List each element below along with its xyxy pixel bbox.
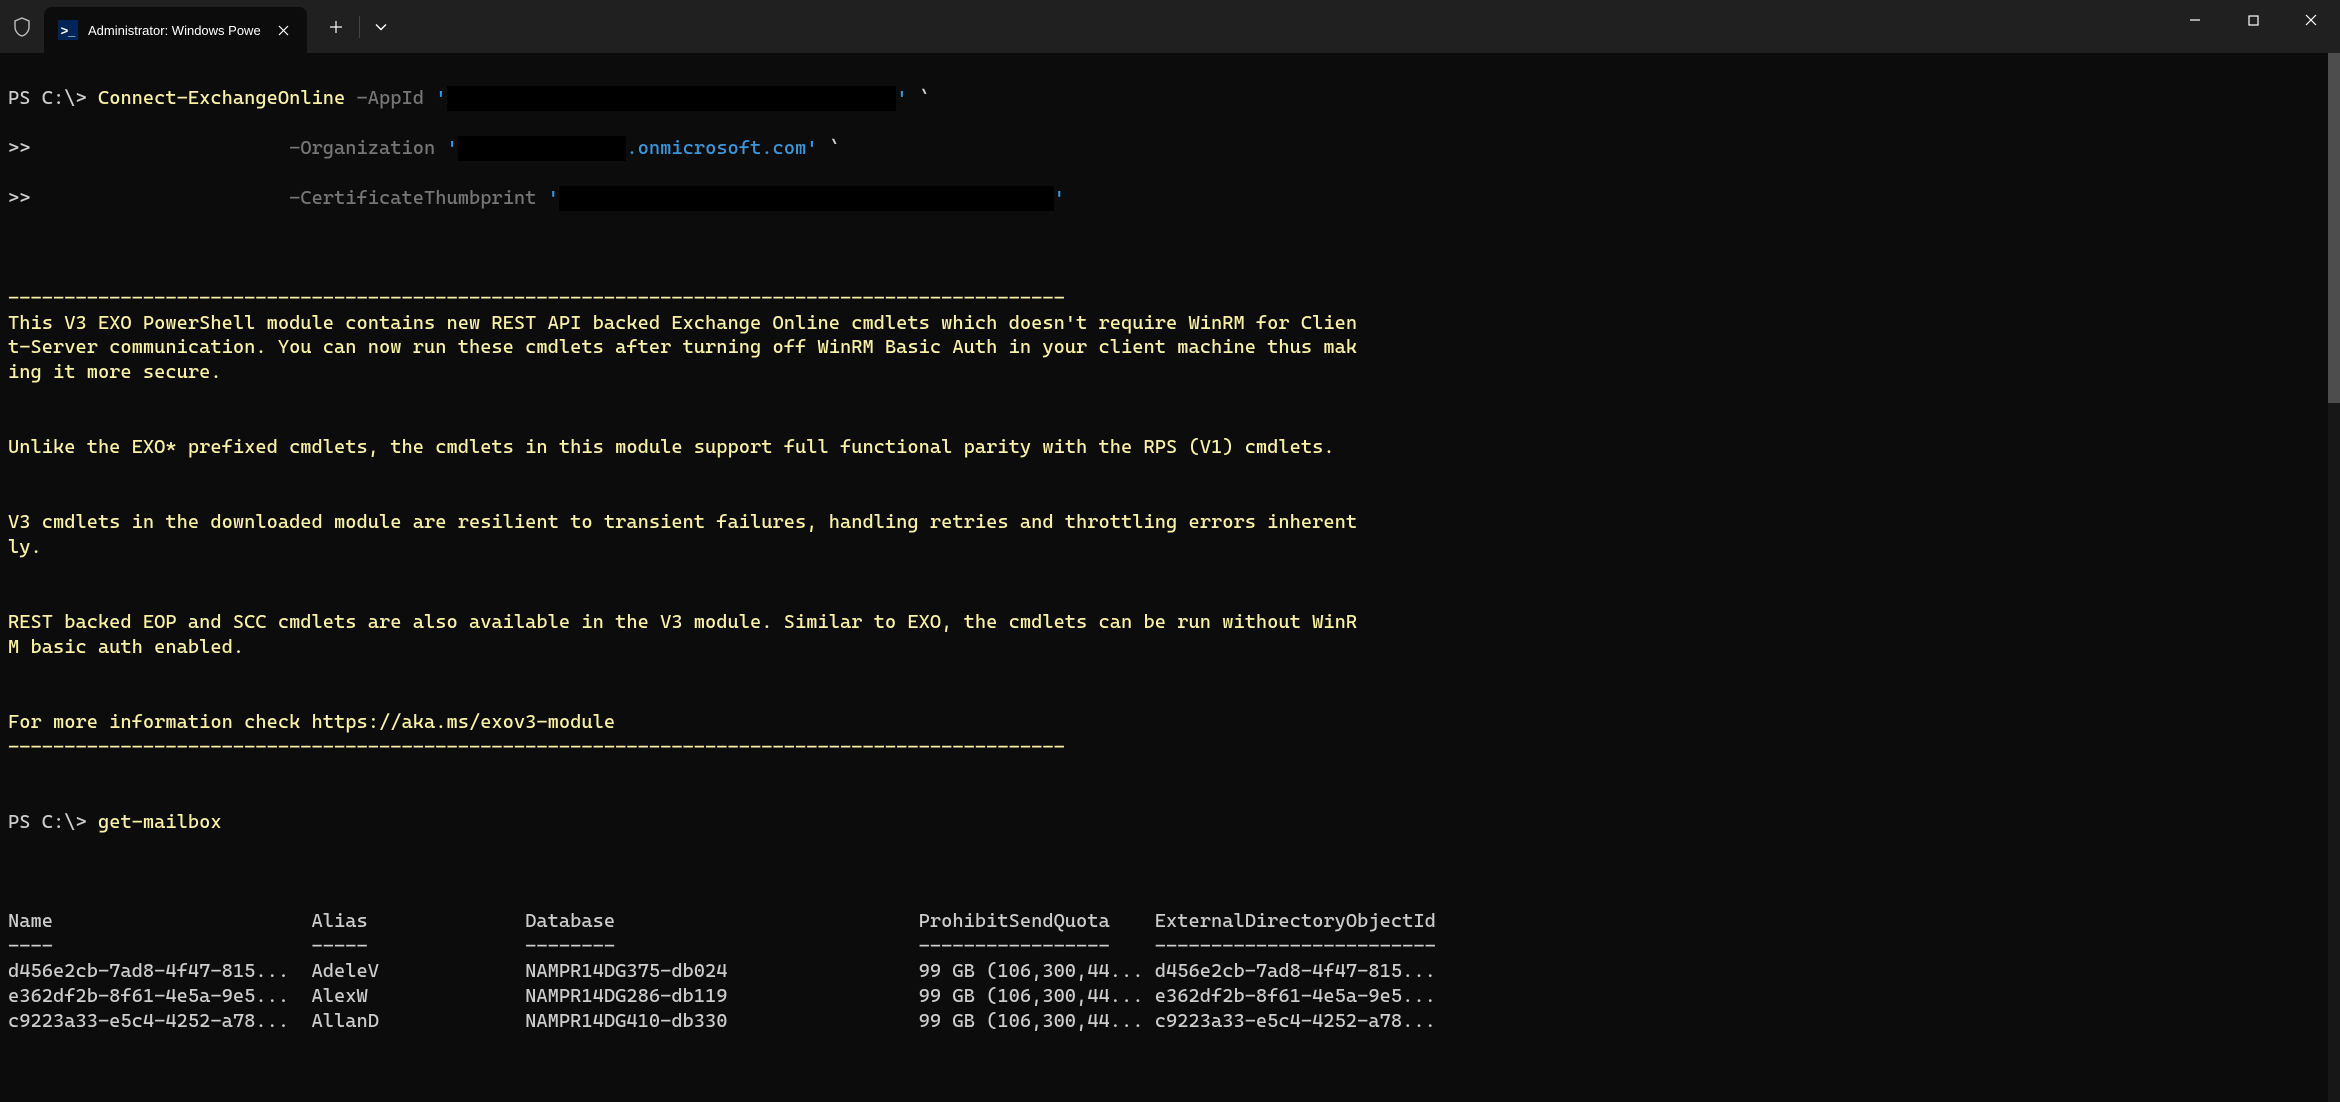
table-row: d456e2cb-7ad8-4f47-815... AdeleV NAMPR14… (8, 959, 1436, 982)
continuation-prompt: >> (8, 186, 289, 209)
param-appid: -AppId (345, 86, 435, 109)
ps-prompt: PS C:\> (8, 86, 98, 109)
cmdlet-getmailbox: get-mailbox (98, 810, 222, 833)
close-button[interactable] (2282, 0, 2340, 40)
module-divider: ----------------------------------------… (8, 286, 1065, 309)
org-suffix: .onmicrosoft.com' (626, 136, 817, 159)
module-para1: This V3 EXO PowerShell module contains n… (8, 311, 1357, 384)
powershell-icon: >_ (58, 20, 78, 40)
new-tab-button[interactable] (317, 8, 355, 46)
appid-quote-close: ' (896, 86, 907, 109)
cert-quote-open: ' (548, 186, 559, 209)
line-continuation: ` (907, 86, 930, 109)
table-row: c9223a33-e5c4-4252-a78... AllanD NAMPR14… (8, 1009, 1436, 1032)
redacted-org: xxxxxxxxxxxxxxx (458, 136, 627, 161)
shield-icon (0, 0, 44, 53)
continuation-prompt: >> (8, 136, 289, 159)
tab-close-button[interactable] (273, 19, 295, 41)
module-para3: V3 cmdlets in the downloaded module are … (8, 510, 1357, 558)
module-para4: REST backed EOP and SCC cmdlets are also… (8, 610, 1357, 658)
minimize-button[interactable] (2166, 0, 2224, 40)
scrollbar[interactable] (2328, 53, 2340, 1102)
cmdlet-name: Connect-ExchangeOnline (98, 86, 345, 109)
cert-quote-close: ' (1054, 186, 1065, 209)
redacted-cert: xxxxxxxxxxxxxxxxxxxxxxxxxxxxxxxxxxxxxxxx… (559, 186, 1054, 211)
ps-prompt: PS C:\> (8, 810, 98, 833)
maximize-button[interactable] (2224, 0, 2282, 40)
table-header: Name Alias Database ProhibitSendQuota Ex… (8, 909, 1436, 932)
active-tab[interactable]: >_ Administrator: Windows Powe (44, 7, 307, 53)
tab-divider (359, 16, 360, 38)
redacted-appid: xxxxxxxxxxxxxxxxxxxxxxxxxxxxxxxxxxxxxxxx (447, 86, 897, 111)
module-divider2: ----------------------------------------… (8, 735, 1065, 758)
param-organization: -Organization (289, 136, 446, 159)
module-para2: Unlike the EXO* prefixed cmdlets, the cm… (8, 435, 1335, 458)
line-continuation: ` (818, 136, 841, 159)
terminal-content[interactable]: PS C:\> Connect-ExchangeOnline -AppId 'x… (0, 53, 2340, 1102)
appid-quote-open: ' (435, 86, 446, 109)
table-row: e362df2b-8f61-4e5a-9e5... AlexW NAMPR14D… (8, 984, 1436, 1007)
tab-title: Administrator: Windows Powe (88, 23, 261, 38)
terminal-output: PS C:\> Connect-ExchangeOnline -AppId 'x… (8, 86, 2332, 1034)
scrollbar-thumb[interactable] (2328, 53, 2340, 403)
titlebar: >_ Administrator: Windows Powe (0, 0, 2340, 53)
tab-dropdown-button[interactable] (364, 8, 398, 46)
param-certthumbprint: -CertificateThumbprint (289, 186, 548, 209)
org-quote-open: ' (446, 136, 457, 159)
module-para5: For more information check https://aka.m… (8, 710, 615, 733)
table-underline: ---- ----- -------- ----------------- --… (8, 934, 1436, 957)
window-controls (2166, 0, 2340, 53)
